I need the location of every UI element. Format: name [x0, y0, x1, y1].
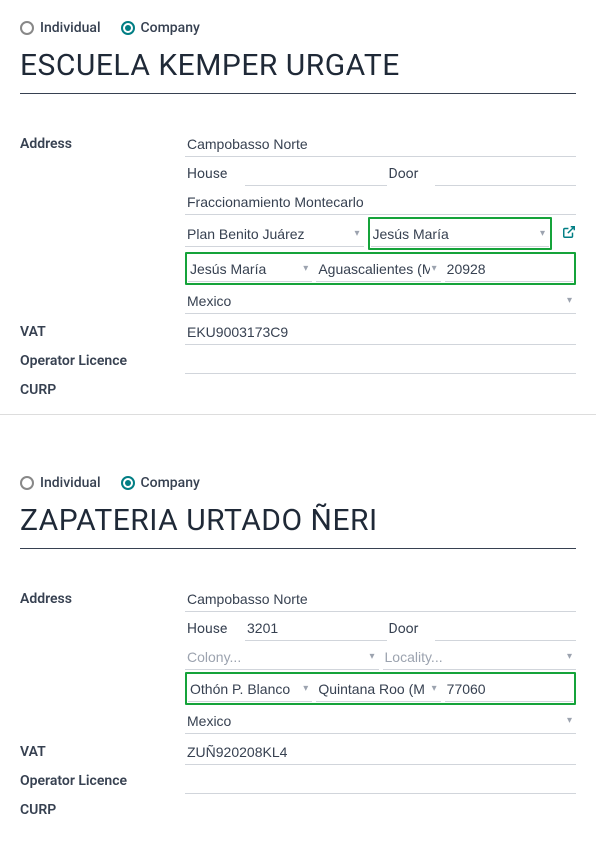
door-label: Door — [387, 615, 435, 641]
address-row: Address House Door ▾ ▾ — [20, 585, 576, 736]
curp-row: CURP — [20, 376, 576, 402]
address-row: Address House Door ▾ — [20, 130, 576, 316]
radio-icon-checked — [121, 21, 135, 35]
street-input[interactable] — [185, 585, 576, 612]
operator-licence-row: Operator Licence — [20, 767, 576, 794]
operator-licence-label: Operator Licence — [20, 767, 185, 789]
house-label: House — [185, 160, 245, 186]
chevron-down-icon: ▾ — [432, 263, 441, 274]
vat-input[interactable] — [185, 738, 576, 765]
curp-label: CURP — [20, 376, 185, 398]
contact-type-radios: Individual Company — [20, 475, 576, 491]
state-select[interactable] — [316, 675, 431, 701]
locality-select[interactable] — [383, 643, 567, 669]
highlight-locality: ▾ — [368, 217, 553, 250]
chevron-down-icon: ▾ — [303, 683, 312, 694]
radio-company[interactable]: Company — [121, 20, 200, 36]
city-select[interactable] — [188, 255, 303, 281]
street-input[interactable] — [185, 130, 576, 157]
contact-form-2: Individual Company ZAPATERIA URTADO ÑERI… — [0, 455, 596, 834]
country-select[interactable] — [185, 287, 567, 313]
address-label: Address — [20, 130, 185, 152]
external-link-icon[interactable] — [562, 225, 576, 243]
city-select[interactable] — [188, 675, 303, 701]
vat-label: VAT — [20, 318, 185, 340]
contact-name[interactable]: ESCUELA KEMPER URGATE — [20, 44, 576, 94]
house-input[interactable] — [245, 614, 387, 641]
chevron-down-icon: ▾ — [354, 228, 363, 239]
house-input[interactable] — [245, 159, 387, 186]
radio-individual[interactable]: Individual — [20, 475, 101, 491]
radio-icon — [20, 21, 34, 35]
operator-licence-input[interactable] — [185, 347, 576, 374]
country-select[interactable] — [185, 707, 567, 733]
chevron-down-icon: ▾ — [540, 228, 549, 239]
door-label: Door — [387, 160, 435, 186]
vat-label: VAT — [20, 738, 185, 760]
door-input[interactable] — [435, 159, 577, 186]
chevron-down-icon: ▾ — [567, 651, 576, 662]
chevron-down-icon: ▾ — [303, 263, 312, 274]
contact-form-1: Individual Company ESCUELA KEMPER URGATE… — [0, 0, 596, 415]
radio-icon — [20, 476, 34, 490]
radio-icon-checked — [121, 476, 135, 490]
operator-licence-input[interactable] — [185, 767, 576, 794]
chevron-down-icon: ▾ — [567, 715, 576, 726]
highlight-city-state-zip: ▾ ▾ — [185, 252, 576, 285]
zip-input[interactable] — [445, 675, 573, 702]
chevron-down-icon: ▾ — [432, 683, 441, 694]
chevron-down-icon: ▾ — [369, 651, 378, 662]
street2-input[interactable] — [185, 188, 576, 215]
door-input[interactable] — [435, 614, 577, 641]
curp-row: CURP — [20, 796, 576, 822]
vat-row: VAT — [20, 738, 576, 765]
highlight-city-state-zip: ▾ ▾ — [185, 672, 576, 705]
contact-type-radios: Individual Company — [20, 20, 576, 36]
radio-individual-label: Individual — [40, 20, 101, 36]
radio-company-label: Company — [141, 20, 200, 36]
house-label: House — [185, 615, 245, 641]
operator-licence-row: Operator Licence — [20, 347, 576, 374]
radio-individual-label: Individual — [40, 475, 101, 491]
curp-label: CURP — [20, 796, 185, 818]
zip-input[interactable] — [445, 255, 573, 282]
colony-select[interactable] — [185, 220, 354, 246]
operator-licence-label: Operator Licence — [20, 347, 185, 369]
colony-select[interactable] — [185, 643, 369, 669]
state-select[interactable] — [316, 255, 431, 281]
radio-company-label: Company — [141, 475, 200, 491]
vat-row: VAT — [20, 318, 576, 345]
radio-company[interactable]: Company — [121, 475, 200, 491]
locality-select[interactable] — [371, 220, 540, 246]
vat-input[interactable] — [185, 318, 576, 345]
contact-name[interactable]: ZAPATERIA URTADO ÑERI — [20, 499, 576, 549]
radio-individual[interactable]: Individual — [20, 20, 101, 36]
address-label: Address — [20, 585, 185, 607]
chevron-down-icon: ▾ — [567, 295, 576, 306]
curp-input[interactable] — [185, 376, 576, 402]
curp-input[interactable] — [185, 796, 576, 822]
